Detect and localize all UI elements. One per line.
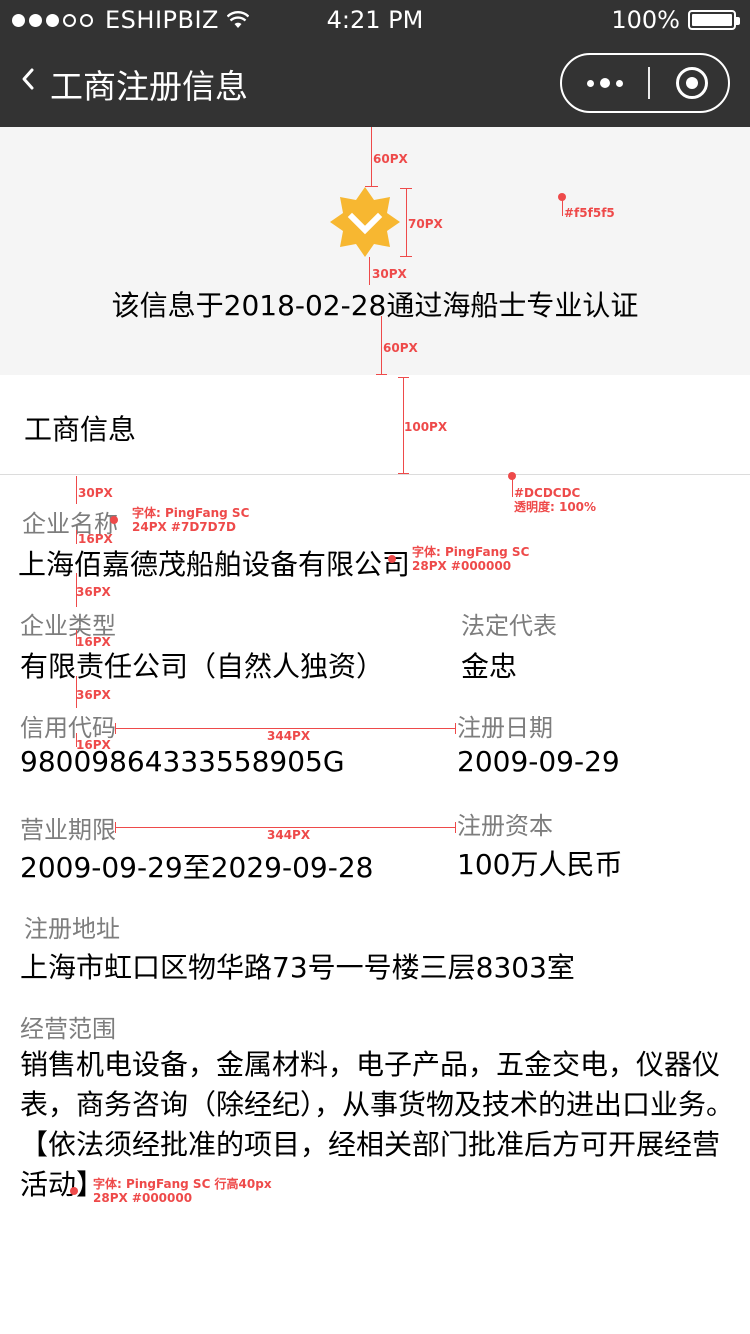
scope-label: 经营范围 — [20, 1015, 116, 1043]
spacing-line — [406, 188, 407, 256]
battery-icon — [688, 10, 740, 30]
status-bar: ESHIPBIZ 4:21 PM 100% — [0, 0, 750, 40]
capital-value: 100万人民币 — [457, 848, 623, 881]
spacing-line — [381, 316, 382, 374]
color-label: #f5f5f5 — [564, 206, 615, 220]
battery-percent: 100% — [611, 6, 680, 34]
spacing-label: 36PX — [76, 585, 111, 599]
spacing-tick — [365, 186, 378, 187]
reg-date-label: 注册日期 — [457, 714, 553, 742]
more-dot-icon — [616, 79, 623, 87]
miniprogram-capsule — [560, 53, 730, 113]
term-label: 营业期限 — [20, 816, 116, 844]
spacing-tick — [398, 473, 409, 474]
width-tick — [455, 822, 456, 833]
spacing-tick — [398, 377, 409, 378]
legal-rep-label: 法定代表 — [461, 612, 557, 640]
spacing-line — [512, 479, 513, 497]
font-size-label: 28PX #000000 — [412, 559, 512, 573]
width-label: 344PX — [267, 828, 311, 842]
spacing-label: 70PX — [408, 217, 443, 231]
more-dot-icon — [587, 79, 594, 87]
legal-rep-value: 金忠 — [461, 650, 518, 683]
reg-date-value: 2009-09-29 — [457, 745, 620, 778]
more-button[interactable] — [562, 55, 648, 111]
spacing-label: 60PX — [373, 152, 408, 166]
spacing-tick — [400, 256, 412, 257]
spacing-line — [76, 476, 77, 504]
page-title: 工商注册信息 — [50, 67, 248, 106]
back-arrow-icon[interactable] — [18, 64, 38, 94]
spacing-line — [369, 257, 370, 285]
width-label: 344PX — [267, 729, 311, 743]
spacing-label: 36PX — [76, 688, 111, 702]
verified-badge-icon — [330, 187, 400, 257]
spacing-line — [76, 530, 77, 544]
width-tick — [455, 723, 456, 734]
color-label: #DCDCDC — [514, 486, 581, 500]
font-size-label: 24PX #7D7D7D — [132, 520, 236, 534]
font-pin — [70, 1187, 78, 1195]
spacing-label: 16PX — [76, 738, 111, 752]
spacing-tick — [400, 188, 412, 189]
section-header: 工商信息 — [0, 375, 750, 475]
font-label: 字体: PingFang SC — [412, 545, 530, 559]
spacing-line — [562, 200, 563, 216]
spacing-label: 100PX — [404, 420, 448, 434]
width-tick — [115, 723, 116, 734]
spacing-label: 30PX — [78, 486, 113, 500]
navigation-bar: 工商注册信息 — [0, 40, 750, 127]
status-right: 100% — [611, 6, 740, 34]
spacing-label: 16PX — [76, 635, 111, 649]
font-pin — [388, 555, 396, 563]
section-title: 工商信息 — [24, 413, 137, 446]
spacing-tick — [376, 374, 387, 375]
spacing-label: 30PX — [372, 267, 407, 281]
term-value: 2009-09-29至2029-09-28 — [20, 851, 374, 884]
address-label: 注册地址 — [24, 915, 120, 943]
spacing-line — [371, 127, 372, 187]
capsule-divider — [648, 67, 650, 99]
top-bar: ESHIPBIZ 4:21 PM 100% 工商注册信息 — [0, 0, 750, 127]
address-value: 上海市虹口区物华路73号一号楼三层8303室 — [20, 951, 575, 984]
width-tick — [115, 822, 116, 833]
verification-text: 该信息于2018-02-28通过海船士专业认证 — [111, 289, 639, 322]
capital-label: 注册资本 — [457, 812, 553, 840]
spacing-label: 16PX — [78, 532, 113, 546]
company-type-value: 有限责任公司（自然人独资） — [20, 650, 385, 683]
font-size-label: 28PX #000000 — [93, 1191, 193, 1205]
font-label: 字体: PingFang SC 行高40px — [93, 1177, 272, 1191]
close-target-icon[interactable] — [676, 67, 708, 99]
font-label: 字体: PingFang SC — [132, 506, 250, 520]
spacing-label: 60PX — [383, 341, 418, 355]
credit-code-value: 98009864333558905G — [20, 745, 345, 778]
opacity-label: 透明度: 100% — [514, 500, 597, 514]
more-dot-icon — [600, 78, 610, 88]
font-pin — [110, 516, 118, 524]
